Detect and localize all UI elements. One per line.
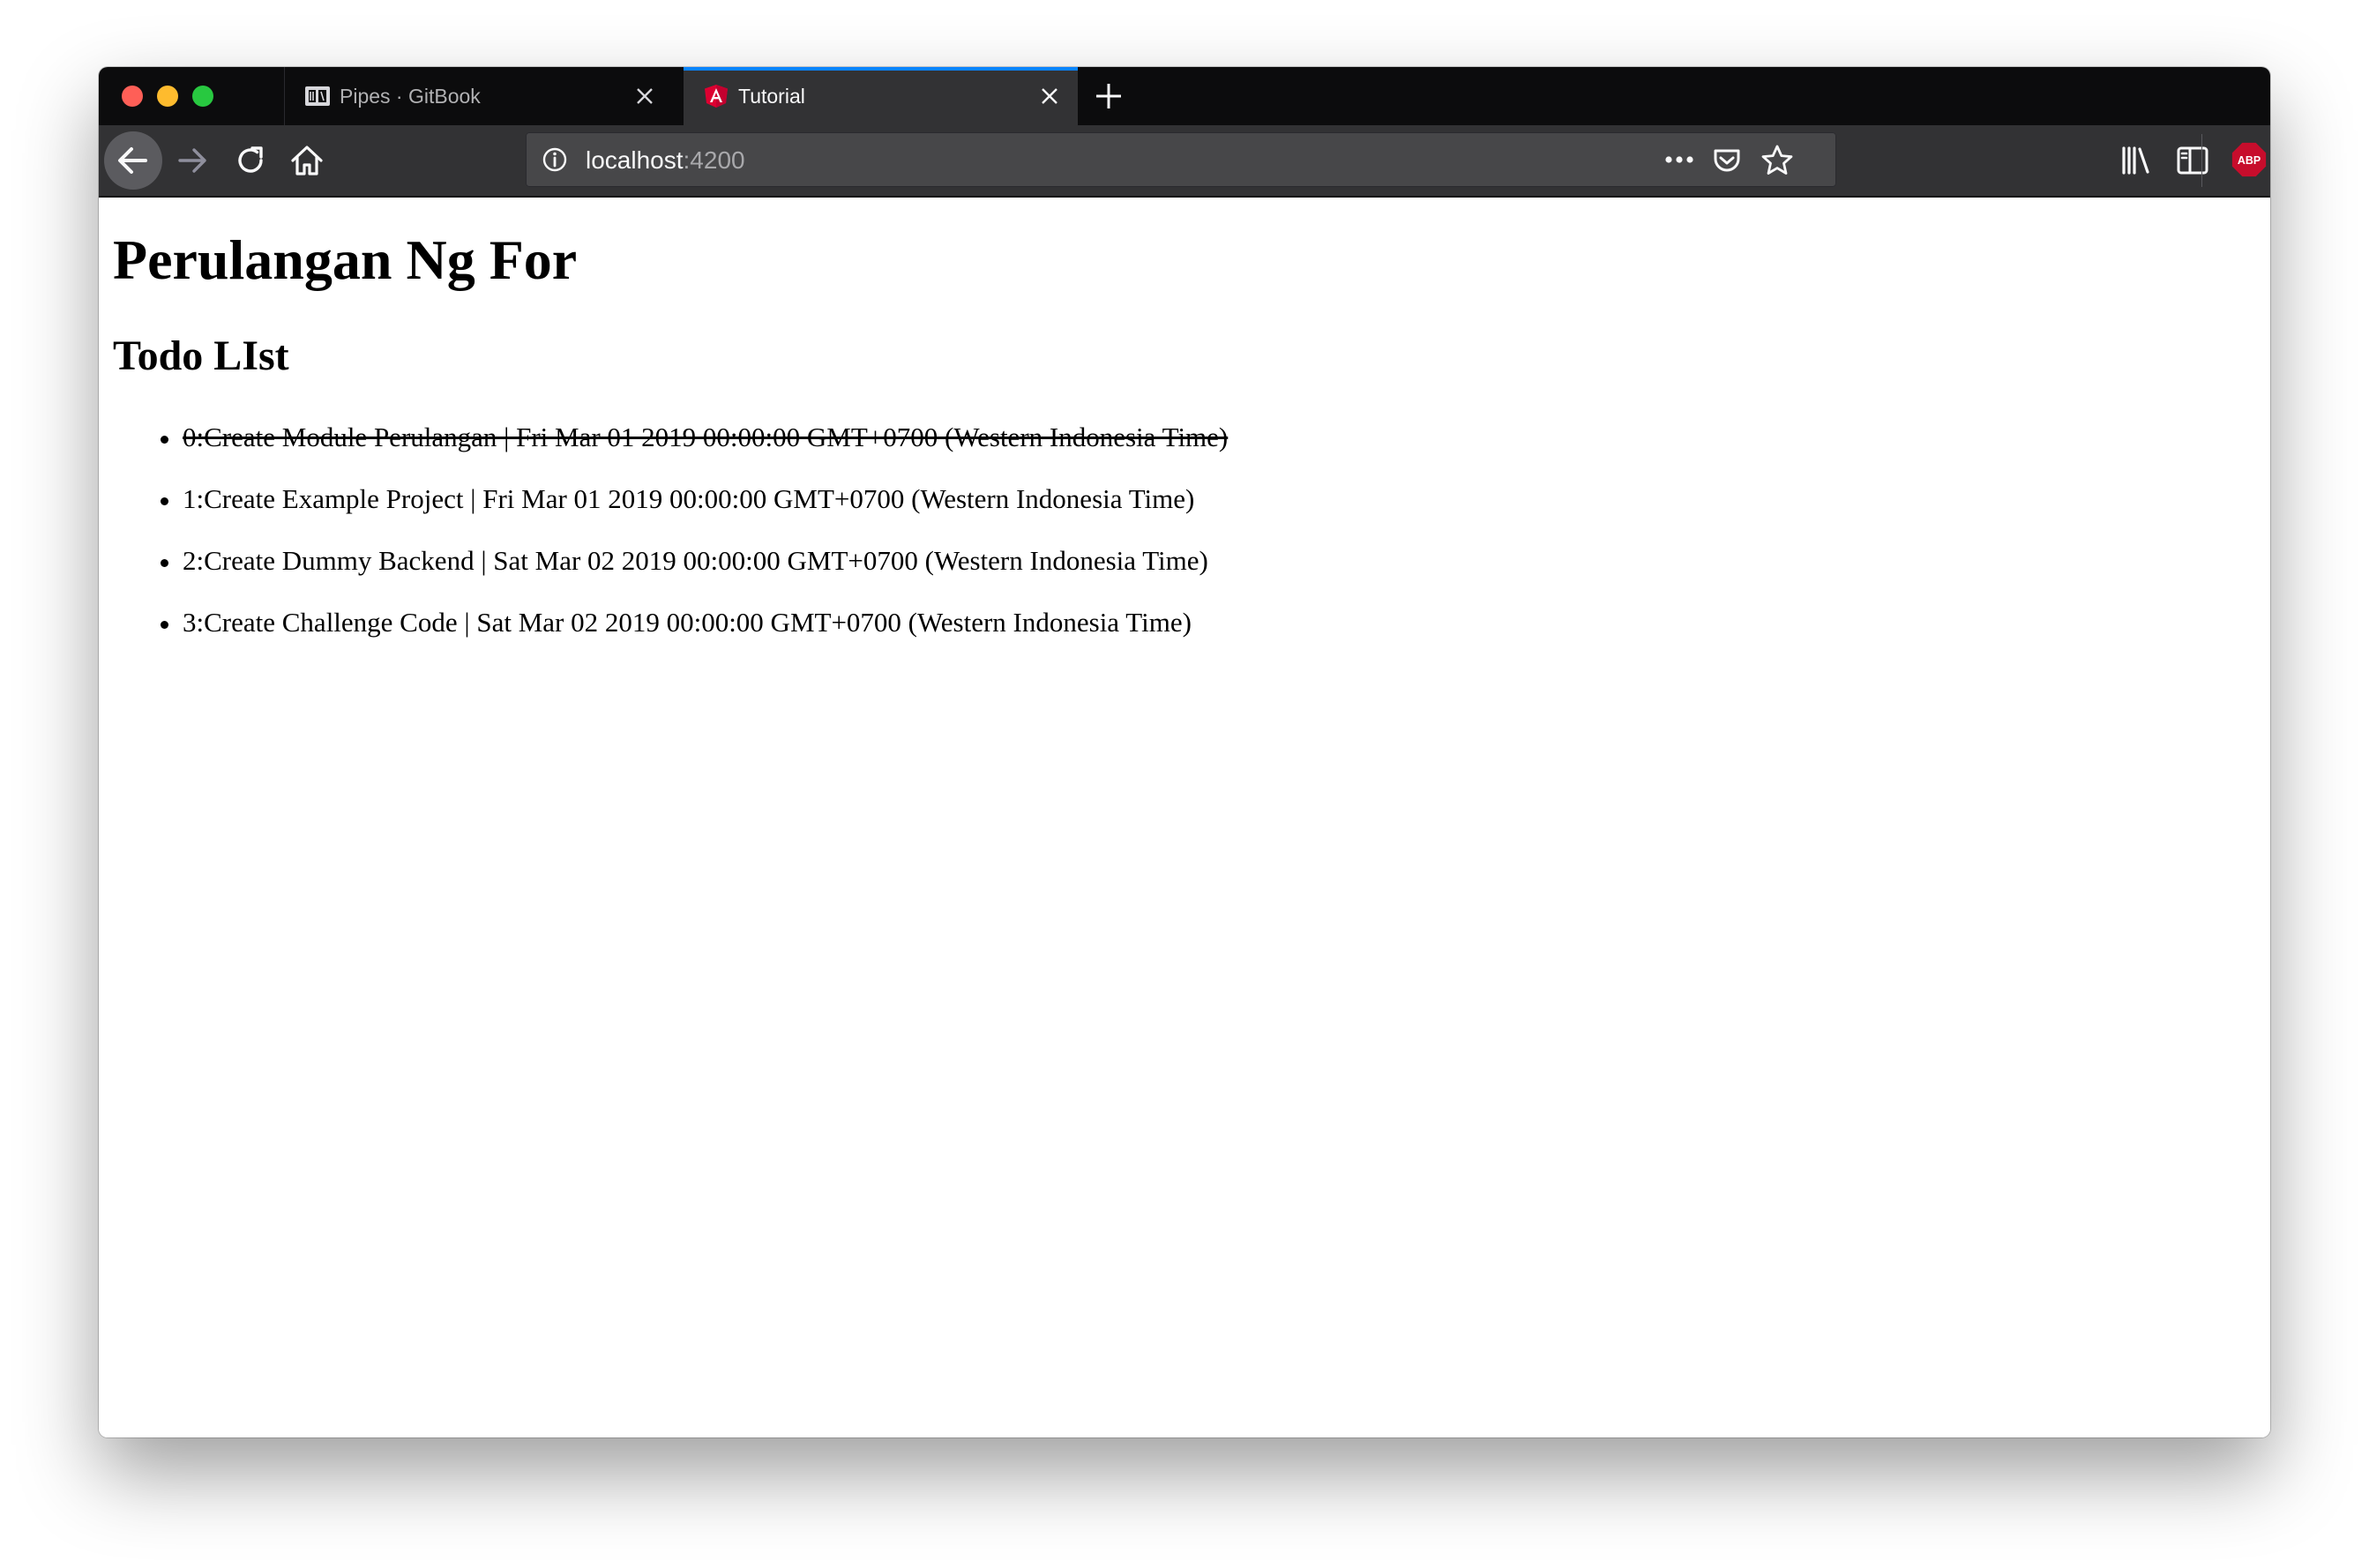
adblock-label: ABP — [2238, 154, 2261, 167]
pocket-icon[interactable] — [1711, 145, 1743, 176]
more-icon[interactable] — [1662, 147, 1697, 172]
library-icon[interactable] — [2117, 141, 2156, 180]
todo-item: 3:Create Challenge Code | Sat Mar 02 201… — [99, 605, 1228, 667]
todo-list: 0:Create Module Perulangan | Fri Mar 01 … — [99, 420, 1228, 667]
back-icon — [118, 147, 147, 174]
url-bar[interactable]: localhost:4200 — [526, 132, 1836, 187]
todo-item: 1:Create Example Project | Fri Mar 01 20… — [99, 482, 1228, 543]
todo-item: 2:Create Dummy Backend | Sat Mar 02 2019… — [99, 543, 1228, 605]
forward-icon[interactable] — [173, 141, 212, 180]
back-button[interactable] — [104, 131, 162, 190]
url-port: :4200 — [683, 146, 745, 174]
sidebar-icon[interactable] — [2173, 141, 2212, 180]
adblock-plus-icon[interactable]: ABP — [2230, 140, 2268, 179]
tab-strip: Pipes · GitBook Tutorial — [99, 67, 2270, 125]
close-window-button[interactable] — [122, 86, 143, 107]
home-icon[interactable] — [288, 141, 326, 180]
info-icon[interactable] — [542, 146, 568, 173]
todo-text: 1:Create Example Project | Fri Mar 01 20… — [183, 483, 1195, 514]
new-tab-icon[interactable] — [1094, 81, 1124, 111]
bookmark-star-icon[interactable] — [1760, 144, 1794, 177]
todo-item: 0:Create Module Perulangan | Fri Mar 01 … — [99, 420, 1228, 482]
todo-text: 3:Create Challenge Code | Sat Mar 02 201… — [183, 607, 1192, 638]
close-tab-icon[interactable] — [1039, 86, 1060, 107]
page-title: Perulangan Ng For — [113, 228, 578, 291]
angular-icon — [705, 85, 728, 108]
tab-title: Pipes · GitBook — [340, 85, 481, 108]
page-subtitle: Todo LIst — [113, 332, 289, 379]
tab-tutorial[interactable]: Tutorial — [684, 67, 1078, 125]
gitbook-icon — [305, 86, 330, 106]
todo-text: 0:Create Module Perulangan | Fri Mar 01 … — [183, 422, 1229, 452]
todo-text: 2:Create Dummy Backend | Sat Mar 02 2019… — [183, 545, 1208, 576]
zoom-window-button[interactable] — [192, 86, 213, 107]
tab-pipes-gitbook[interactable]: Pipes · GitBook — [285, 67, 673, 125]
page-content: Perulangan Ng For Todo LIst 0:Create Mod… — [99, 198, 2270, 1437]
navigation-toolbar: localhost:4200 ABP — [99, 125, 2270, 198]
tab-title: Tutorial — [738, 85, 805, 108]
toolbar-divider — [2201, 134, 2202, 187]
url-host: localhost — [586, 146, 684, 174]
browser-window: Pipes · GitBook Tutorial localhost:4200 … — [99, 67, 2270, 1437]
url-text[interactable]: localhost:4200 — [586, 146, 745, 175]
close-tab-icon[interactable] — [634, 86, 655, 107]
reload-icon[interactable] — [231, 141, 270, 180]
minimize-window-button[interactable] — [157, 86, 178, 107]
